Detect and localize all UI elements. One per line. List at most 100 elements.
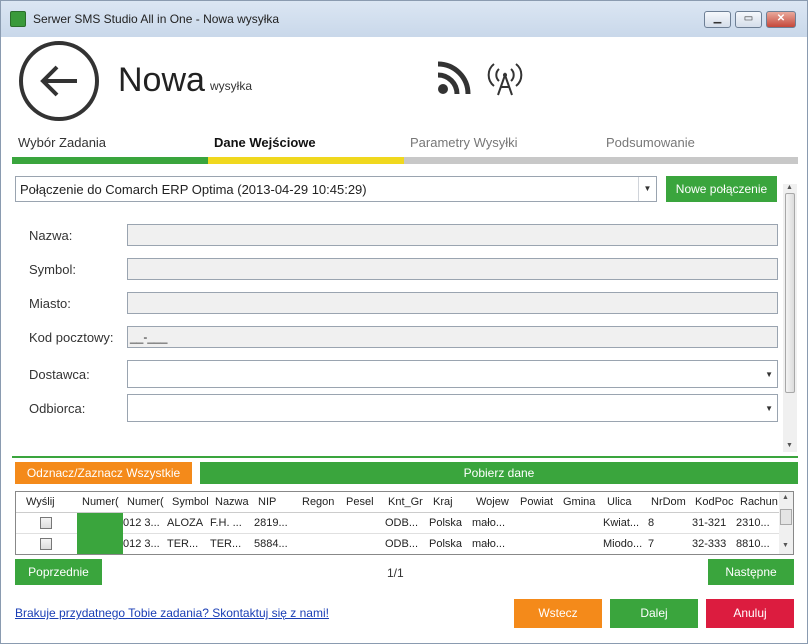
table-cell: 7	[648, 538, 655, 550]
toggle-all-button[interactable]: Odznacz/Zaznacz Wszystkie	[15, 462, 192, 484]
send-checkbox[interactable]	[40, 538, 52, 550]
column-header[interactable]: KodPoc	[695, 496, 735, 508]
column-header[interactable]: Knt_Gr	[388, 496, 428, 508]
table-cell: 5884...	[254, 538, 288, 550]
city-label: Miasto:	[29, 296, 71, 311]
table-cell: 8810...	[736, 538, 770, 550]
minimize-button[interactable]: ▁	[704, 11, 731, 28]
column-header[interactable]: Regon	[302, 496, 342, 508]
antenna-icon	[487, 63, 523, 96]
column-header[interactable]: Kraj	[433, 496, 473, 508]
table-cell: Kwiat...	[603, 517, 640, 529]
symbol-label: Symbol:	[29, 262, 76, 277]
wizard-steps: Wybór Zadania Dane Wejściowe Parametry W…	[12, 135, 798, 165]
step-summary: Podsumowanie	[606, 135, 695, 150]
supplier-label: Dostawca:	[29, 367, 90, 382]
symbol-field[interactable]	[127, 258, 778, 280]
send-checkbox[interactable]	[40, 517, 52, 529]
scrollbar-thumb[interactable]	[780, 509, 792, 525]
column-header[interactable]: Wyślij	[26, 496, 66, 508]
rss-icon	[437, 61, 471, 95]
name-field[interactable]	[127, 224, 778, 246]
table-cell: 012 3...	[123, 538, 160, 550]
recipient-select[interactable]: ▼	[127, 394, 778, 422]
step-bar-2	[208, 157, 404, 164]
chevron-down-icon: ▼	[638, 177, 656, 201]
step-bar-3	[404, 157, 798, 164]
cancel-button[interactable]: Anuluj	[706, 599, 794, 628]
column-header[interactable]: NIP	[258, 496, 298, 508]
grid-scrollbar[interactable]: ▲ ▼	[779, 492, 793, 554]
page-indicator: 1/1	[387, 566, 404, 580]
chevron-down-icon: ▼	[765, 404, 773, 413]
table-cell: TER...	[167, 538, 199, 550]
table-cell: mało...	[472, 517, 506, 529]
table-cell: 012 3...	[123, 517, 160, 529]
table-row[interactable]: 012 3... ALOZA F.H. ... 2819... ODB... P…	[16, 513, 779, 534]
section-divider	[12, 456, 798, 458]
app-icon	[10, 11, 26, 27]
column-header[interactable]: Numer(	[127, 496, 167, 508]
maximize-button[interactable]: ▭	[735, 11, 762, 28]
table-cell: Polska	[429, 538, 463, 550]
postal-code-field[interactable]: __-___	[127, 326, 778, 348]
close-button[interactable]: ✕	[766, 11, 796, 28]
status-cell	[77, 534, 123, 554]
scroll-up-icon[interactable]: ▲	[786, 184, 793, 191]
postal-code-value: __-___	[130, 330, 168, 344]
city-field[interactable]	[127, 292, 778, 314]
column-header[interactable]: Gmina	[563, 496, 603, 508]
table-row[interactable]: 012 3... TER... TER... 5884... ODB... Po…	[16, 534, 779, 554]
table-cell: 32-333	[692, 538, 727, 550]
column-header[interactable]: Rachun	[740, 496, 778, 508]
scroll-down-icon[interactable]: ▼	[786, 442, 793, 449]
table-cell: 2310...	[736, 517, 770, 529]
new-connection-button[interactable]: Nowe połączenie	[666, 176, 777, 202]
table-cell: ODB...	[385, 517, 419, 529]
contact-link[interactable]: Brakuje przydatnego Tobie zadania? Skont…	[15, 606, 329, 620]
postal-code-label: Kod pocztowy:	[29, 330, 114, 345]
table-cell: Polska	[429, 517, 463, 529]
grid-header: Wyślij Numer( Numer( Symbol Nazwa NIP Re…	[16, 492, 779, 513]
scroll-down-icon[interactable]: ▼	[782, 542, 789, 549]
page-title: Nowa	[118, 61, 205, 99]
next-page-button[interactable]: Następne	[708, 559, 794, 585]
window-title: Serwer SMS Studio All in One - Nowa wysy…	[33, 12, 280, 26]
table-cell: ALOZA	[167, 517, 204, 529]
table-cell: TER...	[210, 538, 242, 550]
fetch-data-button[interactable]: Pobierz dane	[200, 462, 798, 484]
column-header[interactable]: NrDom	[651, 496, 689, 508]
supplier-select[interactable]: ▼	[127, 360, 778, 388]
status-cell	[77, 513, 123, 534]
column-header[interactable]: Powiat	[520, 496, 560, 508]
page-subtitle: wysyłka	[210, 79, 253, 93]
data-grid: Wyślij Numer( Numer( Symbol Nazwa NIP Re…	[15, 491, 794, 555]
form-scrollbar[interactable]: ▲ ▼	[783, 184, 797, 452]
previous-page-button[interactable]: Poprzednie	[15, 559, 102, 585]
title-bar: Serwer SMS Studio All in One - Nowa wysy…	[1, 1, 807, 37]
scrollbar-thumb[interactable]	[785, 193, 795, 393]
back-arrow-button[interactable]	[19, 41, 99, 121]
table-cell: F.H. ...	[210, 517, 242, 529]
column-header[interactable]: Wojew	[476, 496, 514, 508]
table-cell: 31-321	[692, 517, 727, 529]
name-label: Nazwa:	[29, 228, 73, 243]
next-button[interactable]: Dalej	[610, 599, 698, 628]
column-header[interactable]: Pesel	[346, 496, 386, 508]
back-button[interactable]: Wstecz	[514, 599, 602, 628]
table-cell: ODB...	[385, 538, 419, 550]
table-cell: 2819...	[254, 517, 288, 529]
table-cell: Miodo...	[603, 538, 643, 550]
column-header[interactable]: Symbol	[172, 496, 212, 508]
column-header[interactable]: Ulica	[607, 496, 647, 508]
connection-select[interactable]: Połączenie do Comarch ERP Optima (2013-0…	[15, 176, 657, 202]
scroll-up-icon[interactable]: ▲	[782, 494, 789, 501]
recipient-label: Odbiorca:	[29, 401, 86, 416]
connection-select-value: Połączenie do Comarch ERP Optima (2013-0…	[20, 182, 367, 197]
table-cell: 8	[648, 517, 655, 529]
step-task-selection: Wybór Zadania	[18, 135, 107, 150]
column-header[interactable]: Nazwa	[215, 496, 253, 508]
column-header[interactable]: Numer(	[82, 496, 120, 508]
table-cell: mało...	[472, 538, 506, 550]
app-window: Serwer SMS Studio All in One - Nowa wysy…	[0, 0, 808, 644]
